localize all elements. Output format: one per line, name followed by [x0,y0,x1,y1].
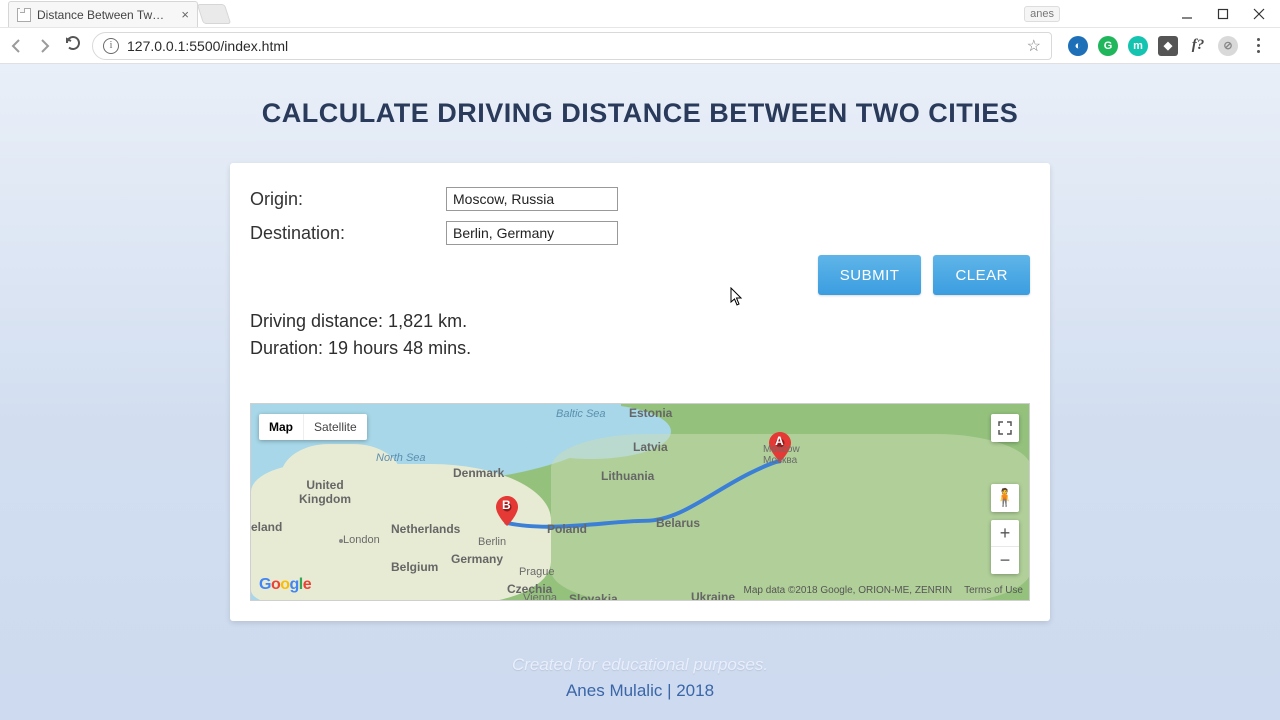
url-text: 127.0.0.1:5500/index.html [127,38,288,54]
extension-icon[interactable]: ◆ [1158,36,1178,56]
duration-result: Duration: 19 hours 48 mins. [250,338,1030,359]
country-label: Lithuania [601,469,654,483]
origin-label: Origin: [250,189,446,210]
main-card: Origin: Destination: SUBMIT CLEAR Drivin… [230,163,1050,621]
country-label: Netherlands [391,522,460,536]
destination-input[interactable] [446,221,618,245]
sea-label: North Sea [376,452,426,464]
map[interactable]: A B Baltic Sea North Sea Estonia Latvia … [250,403,1030,601]
terms-link[interactable]: Terms of Use [964,585,1023,596]
minimize-button[interactable] [1180,7,1194,21]
zoom-controls: + − [991,520,1019,574]
map-type-toggle[interactable]: Map Satellite [259,414,367,440]
origin-input[interactable] [446,187,618,211]
city-label: Prague [519,566,554,578]
extension-icon[interactable]: G [1098,36,1118,56]
file-icon [17,8,31,22]
city-label: London [343,534,380,546]
country-label: Denmark [453,466,504,480]
distance-result: Driving distance: 1,821 km. [250,311,1030,332]
address-bar[interactable]: i 127.0.0.1:5500/index.html ☆ [92,32,1052,60]
fullscreen-button[interactable] [991,414,1019,442]
page-heading: CALCULATE DRIVING DISTANCE BETWEEN TWO C… [0,98,1280,129]
google-logo: Google [259,576,311,594]
pegman-button[interactable]: 🧍 [991,484,1019,512]
close-window-button[interactable] [1252,7,1266,21]
tab-title: Distance Between Two C [37,8,167,22]
extension-icon[interactable]: m [1128,36,1148,56]
submit-button[interactable]: SUBMIT [818,255,922,295]
tab-close-icon[interactable]: × [181,7,189,22]
city-label: Berlin [478,536,506,548]
maximize-button[interactable] [1216,7,1230,21]
back-button[interactable] [8,37,26,55]
footer-subtitle: Created for educational purposes. [0,655,1280,675]
zoom-out-button[interactable]: − [991,547,1019,574]
map-type-satellite[interactable]: Satellite [304,414,367,440]
forward-button[interactable] [36,37,54,55]
country-label: United Kingdom [299,478,351,506]
country-label: Belgium [391,560,438,574]
footer-credit: Anes Mulalic | 2018 [0,681,1280,701]
reload-button[interactable] [64,34,82,57]
profile-chip: anes [1024,6,1060,22]
country-label: Germany [451,552,503,566]
browser-menu-button[interactable] [1248,38,1268,53]
city-label: Vienna [523,592,557,601]
map-marker-b[interactable]: B [496,496,518,526]
mouse-cursor [730,287,744,307]
destination-label: Destination: [250,223,446,244]
map-attribution: Map data ©2018 Google, ORION-ME, ZENRIN … [744,585,1023,596]
country-label: Latvia [633,440,668,454]
toolbar: i 127.0.0.1:5500/index.html ☆ ◐ G m ◆ f?… [0,28,1280,64]
site-info-icon[interactable]: i [103,38,119,54]
extension-icon[interactable]: f? [1188,36,1208,56]
extension-icon[interactable]: ⊘ [1218,36,1238,56]
country-label: Belarus [656,516,700,530]
city-label: Moscow Москва [763,444,800,466]
sea-label: Baltic Sea [556,408,606,420]
page-viewport: CALCULATE DRIVING DISTANCE BETWEEN TWO C… [0,64,1280,720]
country-label: eland [251,520,282,534]
country-label: Estonia [629,406,672,420]
zoom-in-button[interactable]: + [991,520,1019,547]
bookmark-star-icon[interactable]: ☆ [1027,36,1041,56]
page-footer: Created for educational purposes. Anes M… [0,655,1280,701]
extensions-area: ◐ G m ◆ f? ⊘ [1068,36,1272,56]
clear-button[interactable]: CLEAR [933,255,1030,295]
country-label: Poland [547,522,587,536]
country-label: Slovakia [569,592,618,601]
country-label: Ukraine [691,590,735,601]
marker-b-label: B [502,498,511,512]
attribution-text: Map data ©2018 Google, ORION-ME, ZENRIN [744,585,953,596]
extension-icon[interactable]: ◐ [1068,36,1088,56]
map-type-map[interactable]: Map [259,414,304,440]
browser-tab[interactable]: Distance Between Two C × [8,1,198,27]
